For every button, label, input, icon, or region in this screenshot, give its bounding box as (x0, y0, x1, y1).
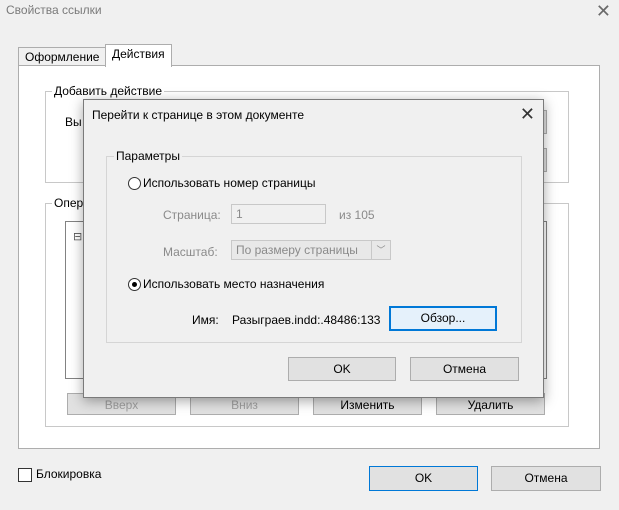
dialog-close-icon[interactable]: ✕ (520, 102, 535, 126)
action-label-partial: Вы (65, 115, 82, 129)
page-label: Страница: (163, 208, 221, 222)
operations-group-label: Опер (52, 196, 86, 210)
cancel-button[interactable]: Отмена (491, 466, 601, 491)
dialog-ok-button[interactable]: OK (288, 357, 396, 381)
chevron-down-icon: ﹀ (371, 241, 390, 259)
browse-button[interactable]: Обзор... (389, 306, 497, 331)
goto-page-dialog: Перейти к странице в этом документе ✕ Па… (83, 99, 544, 398)
tree-collapse-icon[interactable]: ⊟ (73, 230, 82, 243)
ok-button[interactable]: OK (369, 466, 478, 491)
zoom-select[interactable]: По размеру страницы ﹀ (231, 240, 391, 260)
page-number-input[interactable]: 1 (231, 204, 326, 224)
add-action-group-label: Добавить действие (52, 84, 164, 98)
lock-checkbox[interactable] (18, 468, 32, 482)
lock-label: Блокировка (36, 467, 102, 481)
use-page-number-radio[interactable] (128, 177, 141, 190)
params-group-label: Параметры (114, 149, 182, 163)
use-destination-label: Использовать место назначения (143, 277, 325, 291)
zoom-label: Масштаб: (163, 245, 218, 259)
tab-actions[interactable]: Действия (105, 44, 172, 67)
dialog-cancel-button[interactable]: Отмена (410, 357, 519, 381)
zoom-select-value: По размеру страницы (236, 243, 358, 257)
window-title: Свойства ссылки (6, 3, 102, 17)
tab-appearance[interactable]: Оформление (18, 47, 107, 66)
dialog-title: Перейти к странице в этом документе (92, 108, 305, 122)
page-count-label: из 105 (339, 208, 375, 222)
name-label: Имя: (192, 313, 219, 327)
use-page-number-label: Использовать номер страницы (143, 176, 316, 190)
destination-name-value: Разыграев.indd:.48486:133 (232, 313, 381, 327)
window-close-icon[interactable]: ✕ (596, 0, 611, 22)
use-destination-radio[interactable] (128, 278, 141, 291)
